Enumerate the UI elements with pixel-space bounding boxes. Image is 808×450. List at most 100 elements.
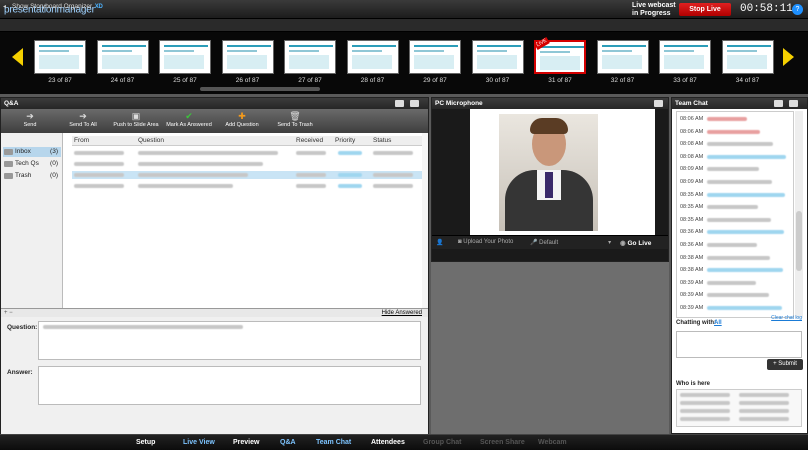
arrow-left-icon[interactable] [12,48,23,66]
chat-target-link[interactable]: All [714,320,722,326]
chat-log: 08:06 AM 08:06 AM 08:08 AM 08:08 AM 08:09 AM… [676,111,794,318]
stop-live-button[interactable]: Stop Live [679,3,731,16]
mic-controls: 👤 ◙ Upload Your Photo 🎤 Default ▾ ◉ Go Li… [432,235,668,249]
column-header-received[interactable]: Received [296,137,323,144]
slide-caption: 29 of 87 [423,77,447,84]
nav-screen-share[interactable]: Screen Share [480,439,525,446]
strip-scrollbar[interactable] [200,87,320,91]
slide-thumbnail[interactable] [34,40,86,74]
slide-caption: 34 of 87 [735,77,760,84]
slide-caption: 28 of 87 [360,77,385,84]
maximize-icon[interactable] [410,100,419,107]
slide-thumbnail[interactable] [96,40,149,74]
who-is-here-list [676,389,802,427]
chat-timestamp: 08:08 AM [680,153,704,160]
storyboard-label[interactable]: Show Storyboard Organizer [12,3,92,10]
folder-trash[interactable]: Trash (0) [3,171,61,181]
send-to-trash-button[interactable]: 🗑 Send To Trash [270,109,320,133]
nav-team-chat[interactable]: Team Chat [316,439,351,446]
chat-scrollbar[interactable] [795,111,803,318]
slide-thumbnail[interactable] [471,40,524,74]
question-label: Question: [7,324,38,331]
go-live-button[interactable]: ◉ Go Live [620,239,651,247]
folder-name: Inbox [15,148,31,155]
nav-webcam[interactable]: Webcam [538,439,567,446]
nav-group-chat[interactable]: Group Chat [423,439,462,446]
minimize-icon[interactable] [395,100,404,107]
slide-thumbnail[interactable] [346,40,399,74]
add-question-button[interactable]: ✚ Add Question [217,109,267,133]
column-header-status[interactable]: Status [373,137,391,144]
mic-title: PC Microphone [432,98,668,109]
slide-caption: 33 of 87 [673,77,697,84]
maximize-icon[interactable] [789,100,798,107]
who-is-here-label: Who is here [676,381,711,387]
arrow-right-icon[interactable] [783,48,794,66]
qa-panel: Q&A ➔ Send ➔ Send To All ▣ Push to Slide Area… [0,97,429,435]
send-all-icon: ➔ [79,111,87,121]
plus-icon: ✚ [238,111,246,121]
chat-timestamp: 08:08 AM [680,141,704,148]
toolbar-label: Send To All [69,122,97,128]
user-icon[interactable]: 👤 [436,239,443,246]
storyboard-toggle-icon[interactable]: ◂ [3,3,6,10]
chat-timestamp: 08:09 AM [680,166,704,173]
slide-thumbnail[interactable] [409,40,461,74]
column-header-priority[interactable]: Priority [335,137,355,144]
question-answer-area: Question: Answer: [1,317,428,435]
folder-tech-qs[interactable]: Tech Qs (0) [3,159,61,169]
nav-live-view[interactable]: Live View [183,439,215,446]
chat-title: Team Chat [672,98,807,109]
help-icon[interactable]: ? [792,4,803,15]
slide-caption: 23 of 87 [48,77,72,84]
slide-thumbnail[interactable] [721,40,774,74]
clear-chat-log-link[interactable]: Clear chat log [771,315,802,321]
slide-thumbnail[interactable] [596,40,649,74]
nav-q-a[interactable]: Q&A [280,439,296,446]
hide-answered-link[interactable]: Hide Answered [382,310,422,316]
minimize-icon[interactable] [774,100,783,107]
slide-thumbnail[interactable] [159,40,211,74]
hide-answered-bar: + − Hide Answered [1,308,428,317]
toolbar-label: Push to Slide Area [113,122,159,128]
slide-caption: 25 of 87 [173,77,197,84]
slide-thumbnail[interactable] [284,40,336,74]
device-select[interactable]: 🎤 Default ▾ [530,239,611,246]
storyboard-bar [0,19,808,32]
upload-photo-button[interactable]: ◙ Upload Your Photo [458,239,513,245]
chat-timestamp: 08:09 AM [680,179,704,185]
nav-setup[interactable]: Setup [136,439,155,446]
empty-area [431,262,669,434]
folder-icon [4,161,13,167]
expand-controls[interactable]: + − [4,310,13,316]
send-button[interactable]: ➔ Send [5,109,55,133]
column-header-question[interactable]: Question [138,137,164,144]
folder-icon [4,173,13,179]
table-row[interactable] [72,160,422,168]
webcast-status: Live webcast in Progress [632,2,676,17]
nav-preview[interactable]: Preview [233,439,259,446]
table-row[interactable] [72,182,422,190]
slide-caption: 27 of 87 [298,77,322,84]
mark-as-answered-button[interactable]: ✔ Mark As Answered [164,109,214,133]
send-to-all-button[interactable]: ➔ Send To All [58,109,108,133]
slide-thumbnail[interactable] [221,40,274,74]
chat-input[interactable] [676,331,802,358]
table-row[interactable] [72,171,422,179]
mic-icon: 🎤 [530,240,540,246]
nav-attendees[interactable]: Attendees [371,439,405,446]
chat-timestamp: 08:35 AM [680,204,704,211]
push-to-slide-area-button[interactable]: ▣ Push to Slide Area [111,109,161,133]
submit-button[interactable]: + Submit [767,359,803,370]
table-row[interactable] [72,149,422,157]
answer-field[interactable] [38,366,421,405]
slide-caption: 24 of 87 [110,77,135,84]
question-field[interactable] [38,321,421,360]
chat-timestamp: 08:38 AM [680,267,704,274]
answer-label: Answer: [7,369,33,376]
slide-caption: 26 of 87 [235,77,260,84]
slide-thumbnail[interactable] [659,40,711,74]
column-header-from[interactable]: From [74,137,89,144]
minimize-icon[interactable] [654,100,663,107]
folder-inbox[interactable]: Inbox (3) [3,147,61,157]
